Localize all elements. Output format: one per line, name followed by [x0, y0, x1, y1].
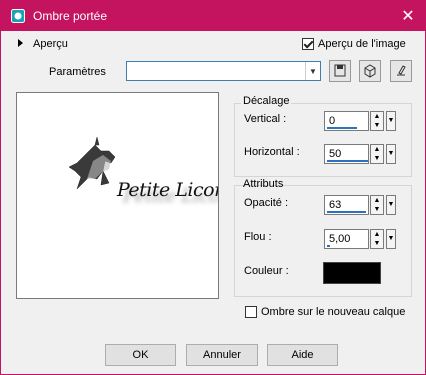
chevron-down-icon[interactable]: ▼ [305, 62, 320, 80]
color-swatch[interactable] [323, 262, 381, 284]
cube-icon [364, 64, 376, 78]
stamp-icon [397, 65, 406, 76]
help-button[interactable]: Aide [267, 344, 338, 366]
decalage-title: Décalage [241, 95, 292, 107]
expand-arrow-icon[interactable] [18, 39, 23, 47]
flou-input[interactable]: 5,00 ▲ ▼ ▼ [324, 229, 396, 249]
vertical-input[interactable]: 0 ▲ ▼ ▼ [324, 111, 396, 131]
vertical-dropdown[interactable]: ▼ [386, 111, 396, 131]
shadow-new-layer-checkbox[interactable] [245, 306, 257, 318]
opacite-label: Opacité : [244, 197, 289, 209]
horizontal-input[interactable]: 50 ▲ ▼ ▼ [324, 144, 396, 164]
vertical-spinner[interactable]: ▲ ▼ [370, 111, 384, 131]
vertical-slider-bar[interactable] [327, 127, 357, 129]
ok-button[interactable]: OK [105, 344, 176, 366]
window-title: Ombre portée [33, 9, 108, 23]
couleur-label: Couleur : [244, 265, 289, 277]
presets-label: Paramètres [49, 66, 106, 78]
attributs-title: Attributs [243, 178, 284, 190]
close-icon: ✕ [401, 8, 415, 25]
save-icon [334, 64, 346, 77]
flou-slider-bar[interactable] [327, 245, 330, 247]
preview-pane[interactable]: Petite Licorne Graphisme [16, 92, 219, 299]
cancel-button[interactable]: Annuler [186, 344, 258, 366]
vertical-label: Vertical : [244, 113, 287, 125]
presets-dropdown[interactable]: ▼ [126, 61, 321, 81]
flou-spinner[interactable]: ▲ ▼ [370, 229, 384, 249]
flou-label: Flou : [244, 231, 272, 243]
flou-dropdown[interactable]: ▼ [386, 229, 396, 249]
horizontal-slider-bar[interactable] [327, 160, 368, 162]
watermark-text: Petite Licorne Graphisme [117, 179, 218, 201]
save-preset-button[interactable] [329, 60, 351, 82]
opacite-input[interactable]: 63 ▲ ▼ ▼ [324, 195, 396, 215]
edit-preset-button[interactable] [390, 60, 412, 82]
close-button[interactable]: ✕ [391, 1, 425, 31]
preview-image-checkbox[interactable] [302, 38, 314, 50]
horizontal-label: Horizontal : [244, 146, 300, 158]
horizontal-spinner[interactable]: ▲ ▼ [370, 144, 384, 164]
shadow-new-layer-label[interactable]: Ombre sur le nouveau calque [261, 306, 405, 318]
app-icon [11, 9, 25, 23]
reset-preset-button[interactable] [359, 60, 381, 82]
dialog-window: Ombre portée ✕ Aperçu Aperçu de l'image … [0, 0, 426, 375]
horizontal-dropdown[interactable]: ▼ [386, 144, 396, 164]
opacite-spinner[interactable]: ▲ ▼ [370, 195, 384, 215]
title-bar[interactable]: Ombre portée ✕ [1, 1, 425, 31]
apercu-label[interactable]: Aperçu [33, 38, 68, 50]
opacite-dropdown[interactable]: ▼ [386, 195, 396, 215]
opacite-slider-bar[interactable] [327, 211, 366, 213]
preview-image-label[interactable]: Aperçu de l'image [318, 38, 406, 50]
